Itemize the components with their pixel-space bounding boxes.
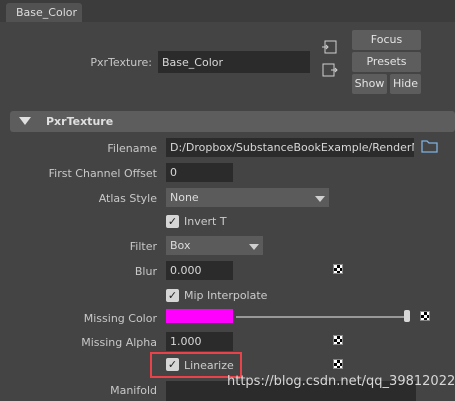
filter-value: Box [170, 239, 191, 252]
missing-alpha-label: Missing Alpha [81, 336, 157, 349]
mip-interpolate-label: Mip Interpolate [184, 289, 268, 302]
missing-color-slider-handle[interactable] [404, 310, 410, 322]
filename-label: Filename [107, 142, 157, 155]
missing-color-map-checker-icon[interactable] [420, 311, 430, 321]
atlas-style-dropdown[interactable]: None [166, 188, 329, 207]
focus-button[interactable]: Focus [352, 30, 421, 50]
show-button[interactable]: Show [352, 74, 387, 94]
mip-interpolate-checkbox[interactable]: ✓ [166, 289, 179, 302]
presets-button[interactable]: Presets [352, 52, 421, 72]
pxr-texture-name-field[interactable]: Base_Color [158, 51, 310, 73]
chevron-down-icon [249, 244, 259, 250]
collapse-triangle-icon[interactable] [19, 117, 31, 125]
invert-t-label: Invert T [184, 215, 227, 228]
missing-color-slider-track[interactable] [236, 316, 406, 318]
filename-field[interactable]: D:/Dropbox/SubstanceBookExample/RenderMa… [166, 138, 414, 157]
blur-label: Blur [134, 265, 157, 278]
linearize-checkbox[interactable]: ✓ [166, 358, 179, 371]
blur-field[interactable]: 0.000 [166, 261, 233, 280]
missing-color-label: Missing Color [83, 312, 157, 325]
watermark: https://blog.csdn.net/qq_39812022 [227, 374, 455, 389]
filter-label: Filter [129, 240, 157, 253]
missing-alpha-map-checker-icon[interactable] [333, 335, 343, 345]
hide-button[interactable]: Hide [390, 74, 421, 94]
missing-color-swatch[interactable] [166, 309, 233, 323]
tab-base-color[interactable]: Base_Color [6, 3, 82, 22]
section-title: PxrTexture [46, 115, 114, 128]
manifold-label: Manifold [110, 384, 157, 397]
atlas-style-label: Atlas Style [98, 192, 157, 205]
first-channel-offset-field[interactable]: 0 [166, 163, 233, 182]
blur-map-checker-icon[interactable] [333, 264, 343, 274]
filter-dropdown[interactable]: Box [166, 236, 263, 255]
pxr-texture-label: PxrTexture: [90, 56, 152, 69]
pxrtexture-section-header[interactable]: PxrTexture [10, 111, 455, 132]
linearize-label: Linearize [184, 359, 234, 372]
output-connector-icon[interactable] [322, 63, 338, 77]
missing-alpha-field[interactable]: 1.000 [166, 332, 233, 351]
linearize-checker-icon[interactable] [333, 359, 343, 369]
input-connector-icon[interactable] [322, 40, 338, 54]
chevron-down-icon [315, 196, 325, 202]
atlas-style-value: None [170, 191, 199, 204]
invert-t-checkbox[interactable]: ✓ [166, 215, 179, 228]
folder-icon[interactable] [421, 139, 438, 153]
first-channel-offset-label: First Channel Offset [48, 167, 157, 180]
